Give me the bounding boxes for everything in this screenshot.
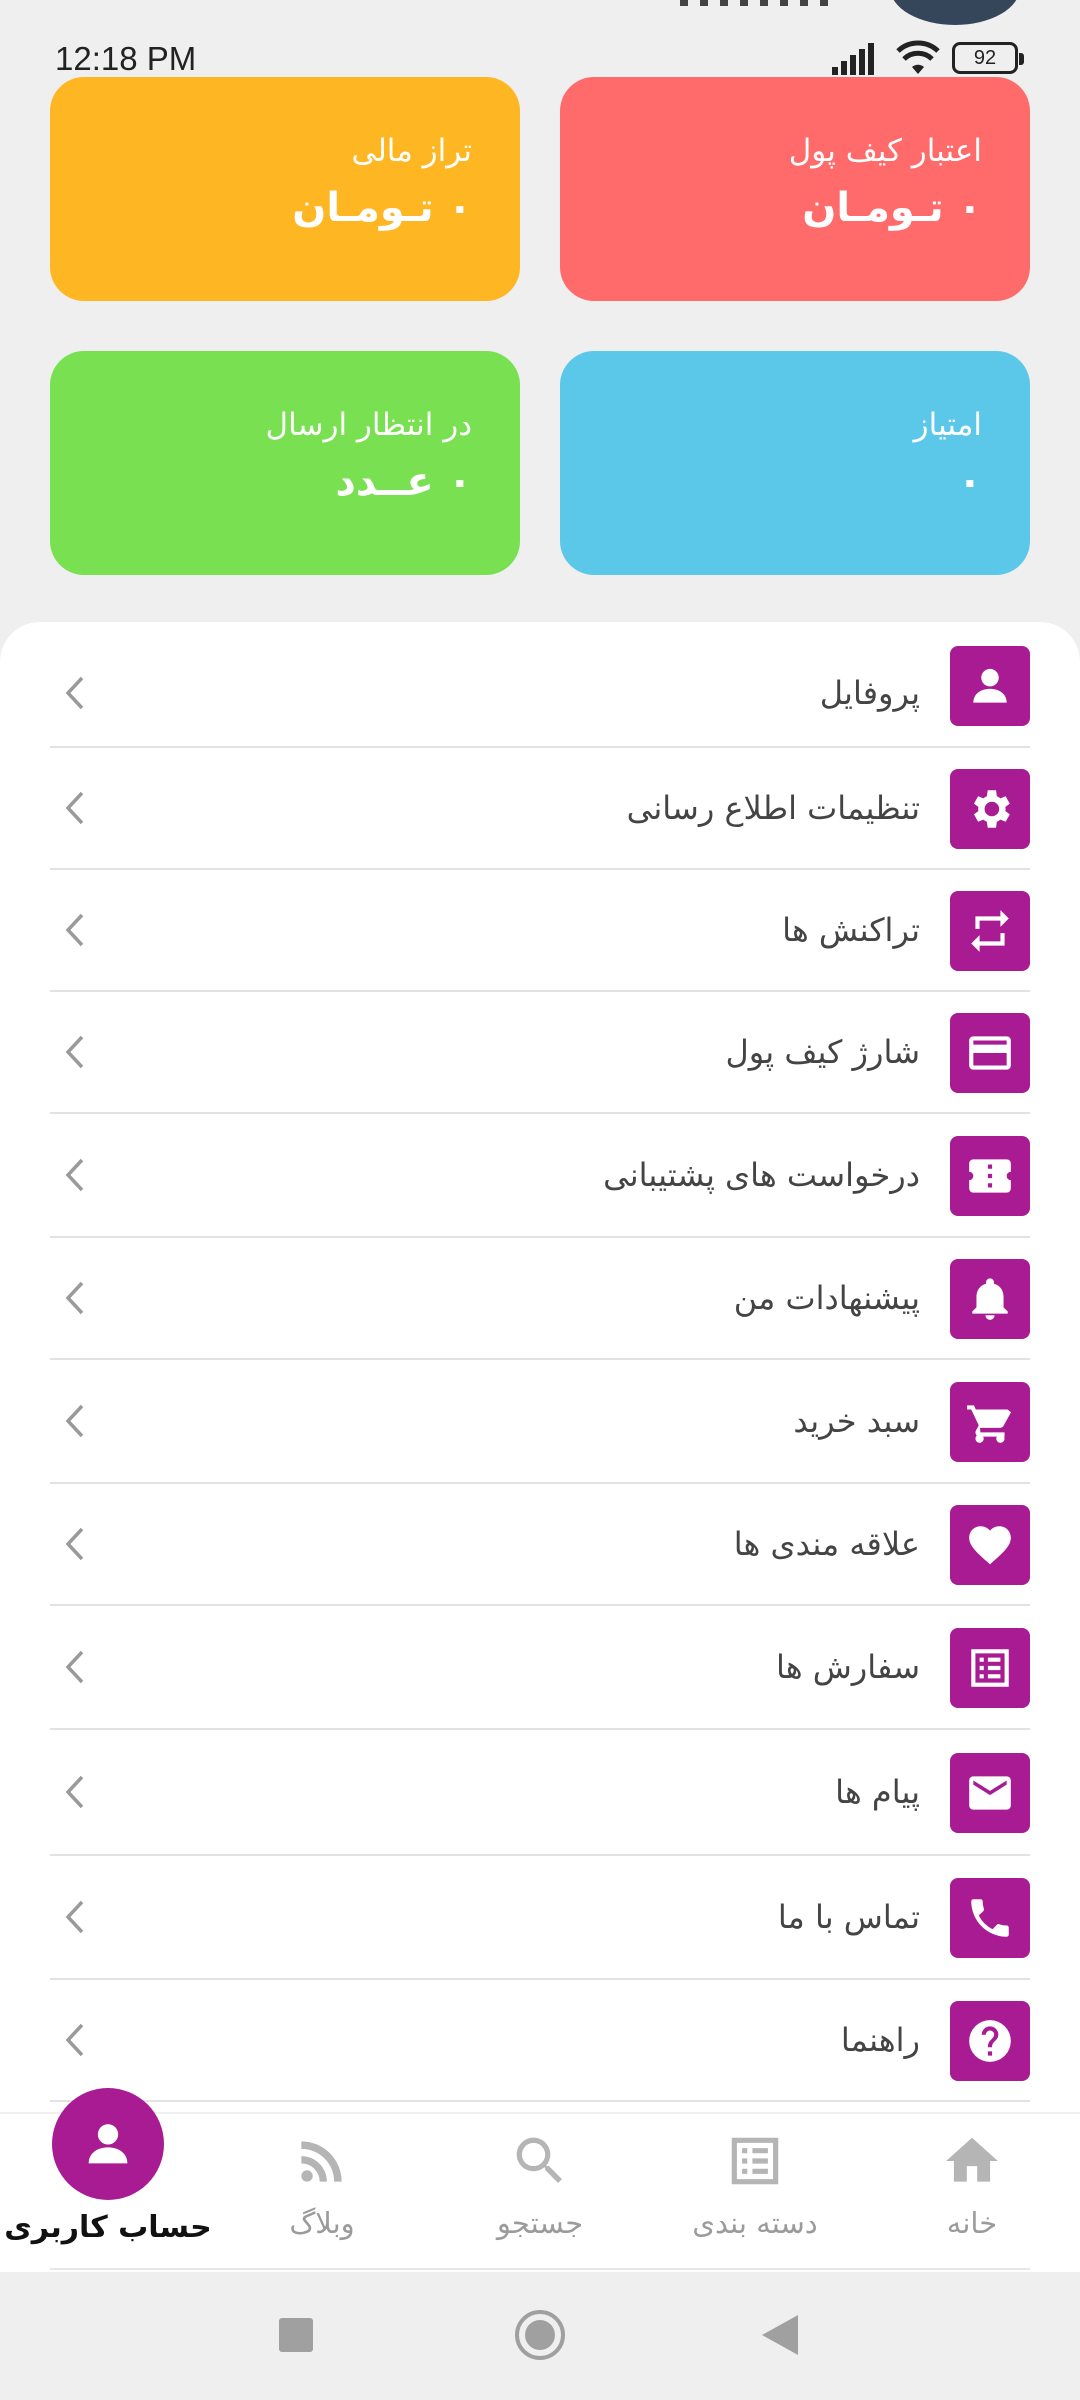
menu-item-label: سبد خرید [793, 1402, 920, 1440]
menu-item-notification-settings[interactable]: تنظیمات اطلاع رسانی [50, 748, 1030, 870]
wifi-icon [896, 40, 940, 74]
help-icon [950, 2001, 1030, 2081]
status-icons: 92 [832, 40, 1024, 76]
nav-account-label[interactable]: حساب کاربری [0, 2210, 216, 2245]
wallet-credit-label: اعتبار کیف پول [788, 133, 982, 169]
circle-icon [515, 2310, 565, 2360]
points-label: امتیاز [913, 407, 982, 443]
gear-icon [950, 769, 1030, 849]
points-card[interactable]: امتیاز ۰ [560, 351, 1030, 575]
points-value: ۰ [957, 459, 982, 505]
status-bar: 12:18 PM 92 [0, 0, 1080, 80]
list-icon [950, 1628, 1030, 1708]
battery-icon: 92 [952, 42, 1024, 74]
list-icon [731, 2137, 779, 2185]
financial-balance-label: تراز مالی [351, 133, 472, 169]
recent-apps-button[interactable] [276, 2305, 316, 2365]
nav-home[interactable]: خانه [882, 2130, 1062, 2260]
repeat-icon [950, 891, 1030, 971]
signal-icon [832, 43, 874, 75]
menu-item-label: پیشنهادات من [733, 1279, 920, 1317]
chevron-left-icon [60, 673, 90, 713]
mail-icon [950, 1753, 1030, 1833]
heart-icon [950, 1505, 1030, 1585]
home-icon [946, 2137, 998, 2182]
back-system-button[interactable] [760, 2305, 800, 2365]
top-indicator [680, 0, 830, 6]
search-icon [516, 2137, 562, 2183]
menu-item-label: پروفایل [819, 674, 920, 712]
menu-item-label: پیام ها [835, 1773, 920, 1811]
menu-item-messages[interactable]: پیام ها [50, 1730, 1030, 1856]
pending-shipment-label: در انتظار ارسال [265, 407, 472, 443]
chevron-left-icon [60, 2020, 90, 2060]
menu-item-label: علاقه مندی ها [733, 1525, 920, 1563]
menu-item-transactions[interactable]: تراکنش ها [50, 870, 1030, 992]
menu-item-my-offers[interactable]: پیشنهادات من [50, 1238, 1030, 1360]
chevron-left-icon [60, 1647, 90, 1687]
square-icon [279, 2318, 313, 2352]
chevron-left-icon [60, 1401, 90, 1441]
menu-item-support-requests[interactable]: درخواست های پشتیبانی [50, 1114, 1030, 1238]
pending-shipment-value: ۰ عــدد [335, 459, 472, 505]
menu-item-label: شارژ کیف پول [725, 1033, 920, 1071]
credit-card-icon [950, 1013, 1030, 1093]
chevron-left-icon [60, 1772, 90, 1812]
menu-item-label: تنظیمات اطلاع رسانی [626, 789, 920, 827]
phone-icon [950, 1878, 1030, 1958]
menu-item-label: درخواست های پشتیبانی [603, 1156, 920, 1194]
status-time: 12:18 PM [55, 40, 197, 77]
chevron-left-icon [60, 1524, 90, 1564]
battery-level: 92 [973, 46, 997, 69]
menu-item-orders[interactable]: سفارش ها [50, 1606, 1030, 1730]
menu-item-wallet-charge[interactable]: شارژ کیف پول [50, 992, 1030, 1114]
wallet-credit-card[interactable]: اعتبار کیف پول ۰ تـومـان [560, 77, 1030, 301]
menu-item-contact-us[interactable]: تماس با ما [50, 1856, 1030, 1980]
nav-search-label: جستجو [496, 2206, 584, 2240]
nav-search[interactable]: جستجو [450, 2130, 630, 2260]
financial-balance-value: ۰ تـومـان [292, 185, 472, 231]
bell-icon [950, 1259, 1030, 1339]
wallet-credit-value: ۰ تـومـان [802, 185, 982, 231]
nav-home-label: خانه [946, 2206, 998, 2240]
nav-blog[interactable]: وبلاگ [232, 2130, 412, 2260]
nav-blog-label: وبلاگ [289, 2206, 355, 2240]
bottom-nav-divider [50, 2268, 1030, 2270]
chevron-left-icon [60, 1155, 90, 1195]
ticket-icon [950, 1136, 1030, 1216]
menu-item-help[interactable]: راهنما [50, 1980, 1030, 2102]
menu-item-profile[interactable]: پروفایل [50, 640, 1030, 748]
menu-item-cart[interactable]: سبد خرید [50, 1360, 1030, 1484]
cart-icon [950, 1382, 1030, 1462]
person-icon [950, 646, 1030, 726]
rss-icon [301, 2141, 342, 2182]
chevron-left-icon [60, 1032, 90, 1072]
chevron-left-icon [60, 1897, 90, 1937]
person-icon [88, 2124, 128, 2164]
nav-categories-label: دسته بندی [692, 2206, 818, 2240]
nav-categories[interactable]: دسته بندی [665, 2130, 845, 2260]
avatar-fragment [890, 0, 1020, 25]
chevron-left-icon [60, 788, 90, 828]
financial-balance-card[interactable]: تراز مالی ۰ تـومـان [50, 77, 520, 301]
menu-item-label: سفارش ها [775, 1648, 920, 1686]
home-system-button[interactable] [514, 2305, 566, 2365]
nav-account-button[interactable] [52, 2088, 164, 2200]
chevron-left-icon [60, 910, 90, 950]
menu-item-favorites[interactable]: علاقه مندی ها [50, 1484, 1030, 1606]
pending-shipment-card[interactable]: در انتظار ارسال ۰ عــدد [50, 351, 520, 575]
menu-item-label: تراکنش ها [782, 911, 920, 949]
chevron-left-icon [60, 1278, 90, 1318]
triangle-back-icon [762, 2315, 798, 2355]
menu-item-label: تماس با ما [777, 1898, 920, 1936]
menu-item-label: راهنما [840, 2021, 920, 2059]
